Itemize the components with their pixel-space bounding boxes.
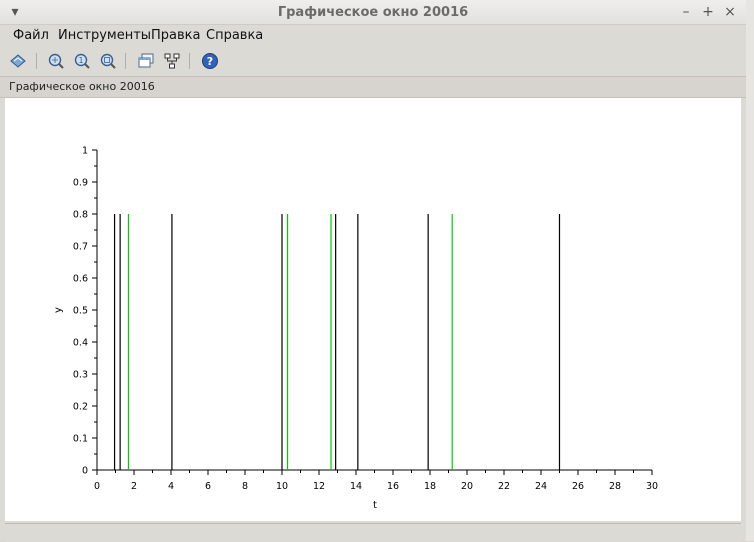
y-tick-label: 0	[82, 466, 88, 477]
tree-icon[interactable]	[163, 52, 181, 70]
maximize-button[interactable]: +	[699, 3, 717, 21]
svg-text:?: ?	[207, 55, 213, 68]
zoom-grid-icon[interactable]	[47, 52, 65, 70]
menu-edit[interactable]: Правка	[151, 28, 200, 43]
x-tick-label: 30	[646, 481, 658, 492]
y-tick-label: 0.5	[73, 306, 88, 317]
y-tick-label: 0.7	[73, 242, 88, 253]
x-tick-label: 14	[350, 481, 362, 492]
x-tick-label: 6	[205, 481, 211, 492]
info-bar-text: Графическое окно 20016	[9, 80, 155, 93]
zoom-area-icon[interactable]	[99, 52, 117, 70]
toolbar-separator	[125, 53, 126, 69]
x-tick-label: 22	[498, 481, 510, 492]
window-title: Графическое окно 20016	[277, 5, 469, 20]
chart: 0 2 4 6 8 10 12 14 16 18 20 22 24 26 28 3000.10.20.30.4…	[53, 146, 658, 512]
toolbar-separator	[36, 53, 37, 69]
status-bar	[5, 523, 741, 542]
y-tick-label: 0.6	[73, 274, 88, 285]
x-tick-label: 4	[168, 481, 174, 492]
x-tick-label: 10	[276, 481, 288, 492]
x-tick-label: 20	[461, 481, 473, 492]
x-tick-label: 24	[535, 481, 547, 492]
toolbar: 1 ?	[0, 48, 746, 74]
x-tick-label: 8	[242, 481, 248, 492]
close-button[interactable]: ×	[721, 3, 739, 21]
x-tick-label: 18	[424, 481, 436, 492]
zoom-in-icon[interactable]: 1	[73, 52, 91, 70]
x-tick-label: 2	[131, 481, 137, 492]
toolbar-separator	[189, 53, 190, 69]
menu-file[interactable]: Файл	[13, 28, 49, 43]
windows-icon[interactable]	[137, 52, 155, 70]
y-tick-label: 0.9	[73, 178, 88, 189]
x-tick-label: 0	[94, 481, 100, 492]
rotate-icon[interactable]	[9, 52, 27, 70]
plot-canvas[interactable]: 0 2 4 6 8 10 12 14 16 18 20 22 24 26 28 30 0 0.1 0.2 0.3 0.4…	[5, 98, 741, 521]
minimize-button[interactable]: –	[677, 3, 695, 21]
x-axis-label: t	[373, 500, 377, 511]
graphic-window: ▾ Графическое окно 20016 – + × Файл Инст…	[0, 0, 747, 542]
y-tick-label: 0.4	[73, 338, 88, 349]
y-tick-label: 0.1	[73, 434, 88, 445]
help-icon[interactable]: ?	[201, 52, 219, 70]
y-tick-label: 0.2	[73, 402, 88, 413]
svg-text:1: 1	[78, 56, 83, 65]
y-tick-label: 1	[82, 146, 88, 157]
x-tick-label: 12	[313, 481, 325, 492]
y-axis-label: y	[53, 307, 64, 313]
y-tick-label: 0.8	[73, 210, 88, 221]
menu-tools[interactable]: Инструменты	[58, 28, 151, 43]
menu-bar: Файл Инструменты Правка Справка	[0, 25, 746, 47]
x-tick-label: 28	[609, 481, 621, 492]
x-tick-label: 16	[387, 481, 399, 492]
menu-help[interactable]: Справка	[206, 28, 263, 43]
info-bar: Графическое окно 20016	[0, 76, 746, 98]
x-tick-label: 26	[572, 481, 584, 492]
title-bar[interactable]: ▾ Графическое окно 20016 – + ×	[0, 0, 746, 25]
y-tick-label: 0.3	[73, 370, 88, 381]
desktop-background	[746, 0, 754, 541]
